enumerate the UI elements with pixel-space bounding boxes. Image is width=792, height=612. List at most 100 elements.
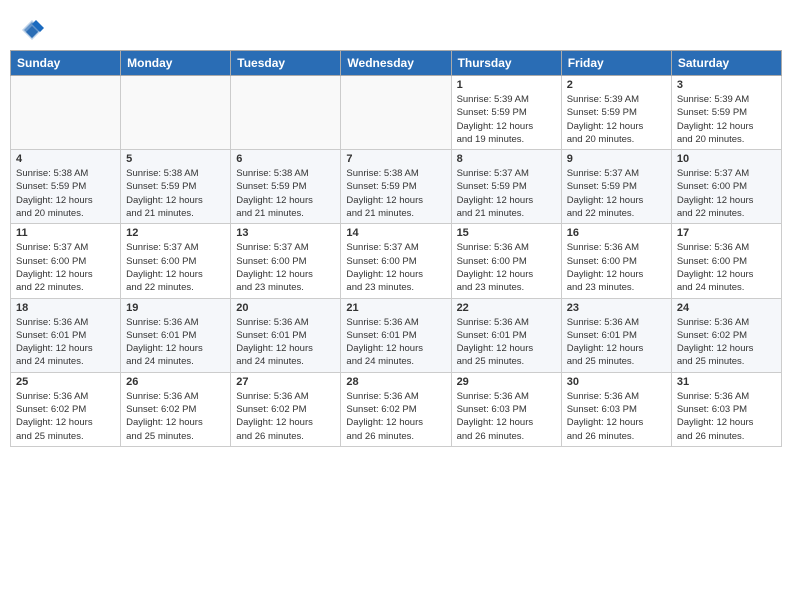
day-number: 9 — [567, 153, 666, 165]
day-info: Sunrise: 5:36 AM Sunset: 6:02 PM Dayligh… — [677, 316, 776, 369]
day-info: Sunrise: 5:37 AM Sunset: 6:00 PM Dayligh… — [126, 241, 225, 294]
day-info: Sunrise: 5:36 AM Sunset: 6:01 PM Dayligh… — [567, 316, 666, 369]
day-number: 2 — [567, 79, 666, 91]
header — [10, 10, 782, 44]
calendar-day — [121, 76, 231, 150]
column-header-friday: Friday — [561, 51, 671, 76]
calendar-day: 9Sunrise: 5:37 AM Sunset: 5:59 PM Daylig… — [561, 150, 671, 224]
day-number: 4 — [16, 153, 115, 165]
day-info: Sunrise: 5:36 AM Sunset: 6:03 PM Dayligh… — [677, 390, 776, 443]
day-number: 22 — [457, 302, 556, 314]
day-number: 3 — [677, 79, 776, 91]
calendar-day: 27 Sunrise: 5:36 AM Sunset: 6:02 PM Dayli… — [231, 372, 341, 446]
day-info: Sunrise: 5:36 AM Sunset: 6:03 PM Dayligh… — [567, 390, 666, 443]
calendar-week-3: 11 Sunrise: 5:37 AM Sunset: 6:00 PM Dayli… — [11, 224, 782, 298]
day-number: 27 — [236, 376, 335, 388]
day-number: 23 — [567, 302, 666, 314]
day-number: 17 — [677, 227, 776, 239]
calendar-day: 20 Sunrise: 5:36 AM Sunset: 6:01 PM Dayli… — [231, 298, 341, 372]
day-number: 14 — [346, 227, 445, 239]
day-number: 13 — [236, 227, 335, 239]
day-number: 31 — [677, 376, 776, 388]
calendar-day: 30Sunrise: 5:36 AM Sunset: 6:03 PM Dayli… — [561, 372, 671, 446]
calendar-week-5: 25 Sunrise: 5:36 AM Sunset: 6:02 PM Dayli… — [11, 372, 782, 446]
day-info: Sunrise: 5:37 AM Sunset: 5:59 PM Dayligh… — [457, 167, 556, 220]
day-number: 8 — [457, 153, 556, 165]
day-info: Sunrise: 5:39 AM Sunset: 5:59 PM Dayligh… — [457, 93, 556, 146]
calendar-day: 25 Sunrise: 5:36 AM Sunset: 6:02 PM Dayli… — [11, 372, 121, 446]
day-info: Sunrise: 5:38 AM Sunset: 5:59 PM Dayligh… — [126, 167, 225, 220]
day-number: 19 — [126, 302, 225, 314]
calendar-day: 22 Sunrise: 5:36 AM Sunset: 6:01 PM Dayli… — [451, 298, 561, 372]
day-info: Sunrise: 5:38 AM Sunset: 5:59 PM Dayligh… — [16, 167, 115, 220]
day-info: Sunrise: 5:36 AM Sunset: 6:02 PM Dayligh… — [346, 390, 445, 443]
day-info: Sunrise: 5:36 AM Sunset: 6:00 PM Dayligh… — [677, 241, 776, 294]
calendar-day: 10 Sunrise: 5:37 AM Sunset: 6:00 PM Dayli… — [671, 150, 781, 224]
day-info: Sunrise: 5:36 AM Sunset: 6:02 PM Dayligh… — [16, 390, 115, 443]
column-header-tuesday: Tuesday — [231, 51, 341, 76]
calendar-table: SundayMondayTuesdayWednesdayThursdayFrid… — [10, 50, 782, 447]
calendar-day: 4 Sunrise: 5:38 AM Sunset: 5:59 PM Daylig… — [11, 150, 121, 224]
day-number: 15 — [457, 227, 556, 239]
day-info: Sunrise: 5:36 AM Sunset: 6:01 PM Dayligh… — [457, 316, 556, 369]
day-number: 12 — [126, 227, 225, 239]
calendar-day: 16 Sunrise: 5:36 AM Sunset: 6:00 PM Dayli… — [561, 224, 671, 298]
calendar-day: 24 Sunrise: 5:36 AM Sunset: 6:02 PM Dayli… — [671, 298, 781, 372]
day-info: Sunrise: 5:36 AM Sunset: 6:01 PM Dayligh… — [126, 316, 225, 369]
column-header-wednesday: Wednesday — [341, 51, 451, 76]
calendar-day: 19 Sunrise: 5:36 AM Sunset: 6:01 PM Dayli… — [121, 298, 231, 372]
calendar-day: 21Sunrise: 5:36 AM Sunset: 6:01 PM Dayli… — [341, 298, 451, 372]
day-number: 24 — [677, 302, 776, 314]
calendar-day: 29 Sunrise: 5:36 AM Sunset: 6:03 PM Dayli… — [451, 372, 561, 446]
day-info: Sunrise: 5:37 AM Sunset: 6:00 PM Dayligh… — [677, 167, 776, 220]
day-number: 16 — [567, 227, 666, 239]
column-header-saturday: Saturday — [671, 51, 781, 76]
calendar-day: 17 Sunrise: 5:36 AM Sunset: 6:00 PM Dayli… — [671, 224, 781, 298]
calendar-day: 12 Sunrise: 5:37 AM Sunset: 6:00 PM Dayli… — [121, 224, 231, 298]
calendar-day: 15 Sunrise: 5:36 AM Sunset: 6:00 PM Dayli… — [451, 224, 561, 298]
calendar-header-row: SundayMondayTuesdayWednesdayThursdayFrid… — [11, 51, 782, 76]
day-number: 20 — [236, 302, 335, 314]
day-info: Sunrise: 5:36 AM Sunset: 6:02 PM Dayligh… — [236, 390, 335, 443]
calendar-day: 18 Sunrise: 5:36 AM Sunset: 6:01 PM Dayli… — [11, 298, 121, 372]
column-header-monday: Monday — [121, 51, 231, 76]
day-info: Sunrise: 5:36 AM Sunset: 6:01 PM Dayligh… — [16, 316, 115, 369]
calendar-day — [11, 76, 121, 150]
day-info: Sunrise: 5:37 AM Sunset: 6:00 PM Dayligh… — [236, 241, 335, 294]
calendar-week-1: 1 Sunrise: 5:39 AM Sunset: 5:59 PM Daylig… — [11, 76, 782, 150]
day-number: 11 — [16, 227, 115, 239]
day-info: Sunrise: 5:36 AM Sunset: 6:01 PM Dayligh… — [236, 316, 335, 369]
calendar-day — [341, 76, 451, 150]
day-info: Sunrise: 5:37 AM Sunset: 6:00 PM Dayligh… — [346, 241, 445, 294]
day-info: Sunrise: 5:39 AM Sunset: 5:59 PM Dayligh… — [677, 93, 776, 146]
calendar-day: 14 Sunrise: 5:37 AM Sunset: 6:00 PM Dayli… — [341, 224, 451, 298]
calendar-day: 5 Sunrise: 5:38 AM Sunset: 5:59 PM Daylig… — [121, 150, 231, 224]
calendar-day: 11Sunrise: 5:37 AM Sunset: 6:00 PM Dayli… — [11, 224, 121, 298]
day-info: Sunrise: 5:39 AM Sunset: 5:59 PM Dayligh… — [567, 93, 666, 146]
calendar-day: 8 Sunrise: 5:37 AM Sunset: 5:59 PM Daylig… — [451, 150, 561, 224]
calendar-week-2: 4 Sunrise: 5:38 AM Sunset: 5:59 PM Daylig… — [11, 150, 782, 224]
day-number: 18 — [16, 302, 115, 314]
day-info: Sunrise: 5:36 AM Sunset: 6:00 PM Dayligh… — [457, 241, 556, 294]
calendar-day: 3 Sunrise: 5:39 AM Sunset: 5:59 PM Daylig… — [671, 76, 781, 150]
day-number: 6 — [236, 153, 335, 165]
day-number: 29 — [457, 376, 556, 388]
day-info: Sunrise: 5:36 AM Sunset: 6:00 PM Dayligh… — [567, 241, 666, 294]
calendar-body: 1 Sunrise: 5:39 AM Sunset: 5:59 PM Daylig… — [11, 76, 782, 447]
day-info: Sunrise: 5:36 AM Sunset: 6:01 PM Dayligh… — [346, 316, 445, 369]
column-header-sunday: Sunday — [11, 51, 121, 76]
day-number: 10 — [677, 153, 776, 165]
day-info: Sunrise: 5:36 AM Sunset: 6:02 PM Dayligh… — [126, 390, 225, 443]
calendar-day: 28Sunrise: 5:36 AM Sunset: 6:02 PM Dayli… — [341, 372, 451, 446]
calendar-day: 7Sunrise: 5:38 AM Sunset: 5:59 PM Daylig… — [341, 150, 451, 224]
day-number: 25 — [16, 376, 115, 388]
calendar-day: 26 Sunrise: 5:36 AM Sunset: 6:02 PM Dayli… — [121, 372, 231, 446]
day-number: 1 — [457, 79, 556, 91]
day-info: Sunrise: 5:36 AM Sunset: 6:03 PM Dayligh… — [457, 390, 556, 443]
logo — [18, 16, 50, 44]
day-number: 5 — [126, 153, 225, 165]
calendar-day: 2 Sunrise: 5:39 AM Sunset: 5:59 PM Daylig… — [561, 76, 671, 150]
calendar-day: 23 Sunrise: 5:36 AM Sunset: 6:01 PM Dayli… — [561, 298, 671, 372]
day-number: 26 — [126, 376, 225, 388]
calendar-day — [231, 76, 341, 150]
